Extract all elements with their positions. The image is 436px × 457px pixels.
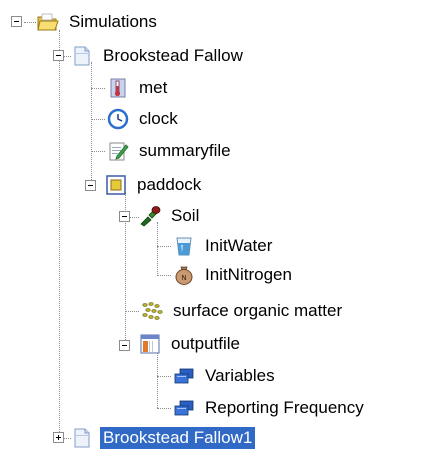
- soil-probe-icon: [138, 204, 162, 228]
- tree-line: [157, 275, 171, 276]
- tree-node-label: summaryfile: [139, 141, 231, 160]
- tree-node-simulations[interactable]: Simulations: [36, 9, 160, 35]
- tree-node-label: paddock: [137, 175, 202, 194]
- tree-node-label: InitWater: [205, 236, 273, 255]
- nitrogen-bag-icon: N: [172, 263, 196, 287]
- tree-node-label: Simulations: [69, 12, 157, 31]
- tree-node-paddock[interactable]: paddock: [104, 172, 204, 198]
- tree-node-surface-organic-matter[interactable]: surface organic matter: [140, 298, 345, 324]
- tree-node-variables[interactable]: Variables: [172, 363, 278, 389]
- expand-collapse-toggle-root[interactable]: [11, 16, 22, 27]
- output-file-icon: [138, 332, 162, 356]
- document-icon: [70, 44, 94, 68]
- tree-node-soil[interactable]: Soil: [138, 203, 202, 229]
- water-glass-icon: [172, 234, 196, 258]
- tree-node-outputfile[interactable]: outputfile: [138, 331, 243, 357]
- tree-node-label: met: [139, 78, 168, 97]
- tree-node-label: clock: [139, 109, 178, 128]
- tree-line: [157, 408, 171, 409]
- expand-collapse-toggle-outputfile[interactable]: [119, 340, 130, 351]
- tree-node-label: Variables: [205, 366, 275, 385]
- tree-node-brookstead-fallow[interactable]: Brookstead Fallow: [70, 43, 246, 69]
- reporting-frequency-icon: [172, 396, 196, 420]
- tree-line: [59, 30, 60, 438]
- tree-node-label: outputfile: [171, 334, 240, 353]
- tree-line: [157, 246, 171, 247]
- tree-node-label: Brookstead Fallow1: [100, 427, 256, 449]
- tree-node-label: Soil: [171, 206, 200, 225]
- tree-node-reporting-frequency[interactable]: Reporting Frequency: [172, 395, 367, 421]
- tree-node-label: Brookstead Fallow: [103, 46, 243, 65]
- tree-node-label: InitNitrogen: [205, 265, 292, 284]
- expand-collapse-toggle-simulation1[interactable]: [53, 50, 64, 61]
- tree-line: [91, 119, 105, 120]
- tree-line: [157, 350, 158, 408]
- tree-line: [91, 62, 92, 186]
- tree-node-met[interactable]: met: [106, 75, 170, 101]
- tree-line: [24, 22, 36, 23]
- tree-node-label: Reporting Frequency: [205, 398, 364, 417]
- tree-node-initnitrogen[interactable]: N InitNitrogen: [172, 262, 295, 288]
- expand-collapse-toggle-simulation2[interactable]: [53, 432, 64, 443]
- tree-node-clock[interactable]: clock: [106, 106, 181, 132]
- tree-line: [125, 311, 139, 312]
- document-icon: [70, 426, 94, 450]
- folder-icon: [36, 10, 60, 34]
- thermometer-icon: [106, 76, 130, 100]
- tree-line: [91, 151, 105, 152]
- organic-matter-icon: [140, 299, 164, 323]
- tree-node-summaryfile[interactable]: summaryfile: [106, 138, 234, 164]
- expand-collapse-toggle-paddock[interactable]: [85, 180, 96, 191]
- svg-text:N: N: [181, 274, 186, 282]
- simulation-tree: Simulations Brookstead Fallow met clock …: [0, 0, 436, 457]
- summary-file-icon: [106, 139, 130, 163]
- tree-node-initwater[interactable]: InitWater: [172, 233, 275, 259]
- clock-icon: [106, 107, 130, 131]
- tree-line: [157, 376, 171, 377]
- expand-collapse-toggle-soil[interactable]: [119, 211, 130, 222]
- tree-line: [157, 222, 158, 274]
- paddock-icon: [104, 173, 128, 197]
- tree-node-label: surface organic matter: [173, 301, 343, 320]
- tree-node-brookstead-fallow1[interactable]: Brookstead Fallow1: [70, 425, 256, 451]
- variables-icon: [172, 364, 196, 388]
- tree-line: [91, 88, 105, 89]
